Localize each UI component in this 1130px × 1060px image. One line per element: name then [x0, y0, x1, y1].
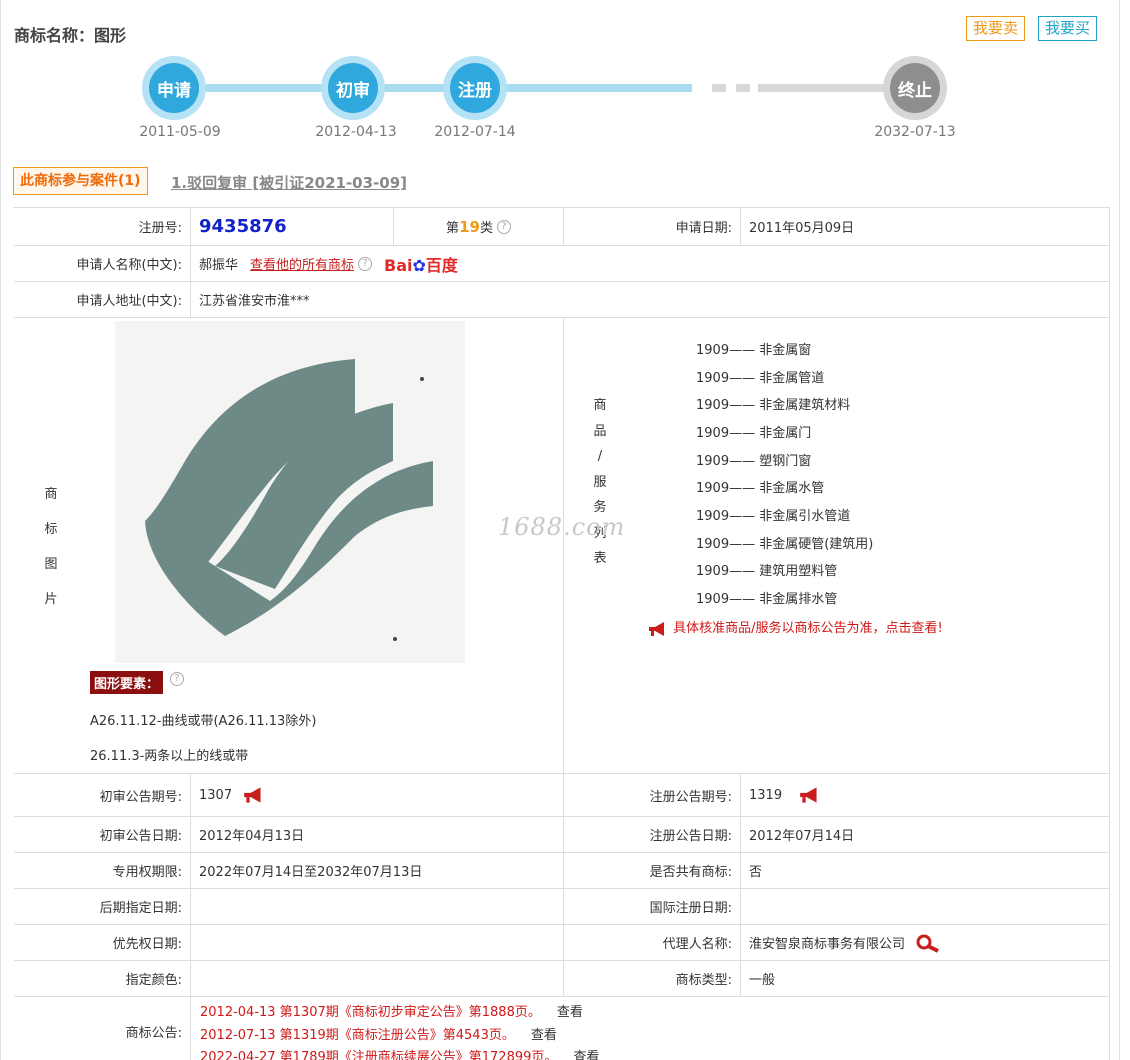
sell-button[interactable]: 我要卖	[966, 16, 1026, 41]
baidu-search-logo[interactable]: Bai✿百度	[384, 252, 458, 276]
status-timeline: 申请 初审 注册 终止 2011-05-09 2012-04-13 2012-0…	[0, 50, 1120, 150]
goods-item: 1909—— 非金属水管	[696, 481, 825, 496]
apply-date-value: 2011年05月09日	[741, 208, 1110, 246]
timeline-node-apply: 申请	[142, 56, 206, 120]
timeline-dash	[736, 84, 750, 92]
priority-label: 优先权日期:	[14, 925, 191, 961]
timeline-node-register: 注册	[443, 56, 507, 120]
goods-item: 1909—— 非金属门	[696, 426, 812, 441]
agent-label: 代理人名称:	[564, 925, 741, 961]
applicant-value: 郝振华	[199, 258, 239, 273]
buy-button[interactable]: 我要买	[1038, 16, 1098, 41]
goods-notice-link[interactable]: 具体核准商品/服务以商标公告为准，点击查看!	[647, 617, 943, 637]
prelim-no-cell: 1307	[191, 774, 564, 817]
goods-item: 1909—— 非金属引水管道	[696, 509, 851, 524]
goods-item: 1909—— 塑钢门窗	[696, 454, 812, 469]
watermark: 1688.com	[498, 513, 626, 541]
timeline-date: 2012-07-14	[434, 124, 516, 140]
image-vertical-label: 商 标 图 片	[44, 487, 58, 607]
help-icon[interactable]: ?	[170, 672, 184, 686]
goods-item: 1909—— 非金属硬管(建筑用)	[696, 537, 874, 552]
address-label: 申请人地址(中文):	[14, 282, 191, 318]
intl-date-value	[741, 889, 1110, 925]
search-icon[interactable]	[915, 933, 941, 953]
megaphone-icon[interactable]	[798, 786, 822, 804]
class-number: 19	[459, 217, 480, 236]
goods-item: 1909—— 非金属管道	[696, 371, 825, 386]
class-suffix: 类	[479, 221, 493, 236]
announcement-item: 2012-04-13 第1307期《商标初步审定公告》第1888页。 查看	[200, 1005, 583, 1020]
type-value: 一般	[741, 961, 1110, 997]
reg-no-cell: 9435876	[191, 208, 394, 246]
paw-icon: ✿	[412, 255, 426, 275]
reg-no-value: 9435876	[199, 216, 287, 237]
address-value: 江苏省淮安市淮***	[191, 282, 1110, 318]
class-prefix: 第	[446, 221, 460, 236]
timeline-dash	[712, 84, 726, 92]
announcement-item: 2022-04-27 第1789期《注册商标续展公告》第172899页。 查看	[200, 1046, 599, 1060]
page-title: 商标名称：图形	[14, 26, 127, 45]
prelim-no-label: 初审公告期号:	[14, 774, 191, 817]
help-icon[interactable]: ?	[496, 219, 511, 234]
intl-date-label: 国际注册日期:	[564, 889, 741, 925]
timeline-date: 2011-05-09	[139, 124, 221, 140]
goods-item: 1909—— 建筑用塑料管	[696, 564, 838, 579]
prelim-no-value: 1307	[199, 787, 233, 803]
exclusive-label: 专用权期限:	[14, 853, 191, 889]
graphic-element-item: A26.11.12-曲线或带(A26.11.13除外)	[90, 714, 317, 729]
priority-value	[191, 925, 564, 961]
megaphone-icon	[649, 621, 664, 636]
agent-value: 淮安智泉商标事务有限公司	[749, 937, 906, 952]
goods-item: 1909—— 非金属排水管	[696, 592, 838, 607]
timeline-date: 2032-07-13	[874, 124, 956, 140]
goods-item: 1909—— 非金属窗	[696, 343, 812, 358]
apply-date-label: 申请日期:	[564, 208, 741, 246]
reg-pub-date-label: 注册公告日期:	[564, 817, 741, 853]
color-value	[191, 961, 564, 997]
color-label: 指定颜色:	[14, 961, 191, 997]
view-announcement-link[interactable]: 查看	[531, 1028, 557, 1043]
exclusive-value: 2022年07月14日至2032年07月13日	[191, 853, 564, 889]
later-date-label: 后期指定日期:	[14, 889, 191, 925]
prelim-date-value: 2012年04月13日	[191, 817, 564, 853]
graphic-element-item: 26.11.3-两条以上的线或带	[90, 749, 249, 764]
goods-item: 1909—— 非金属建筑材料	[696, 398, 851, 413]
view-announcement-link[interactable]: 查看	[557, 1005, 583, 1020]
timeline-node-prelim: 初审	[321, 56, 385, 120]
reg-pub-no-cell: 1319	[741, 774, 1110, 817]
help-icon[interactable]: ?	[358, 256, 373, 271]
announcement-item: 2012-07-13 第1319期《商标注册公告》第4543页。 查看	[200, 1028, 557, 1043]
applicant-cell: 郝振华 查看他的所有商标 ? Bai✿百度	[191, 246, 1110, 282]
shared-value: 否	[741, 853, 1110, 889]
reg-pub-date-value: 2012年07月14日	[741, 817, 1110, 853]
trademark-logo-image	[115, 321, 465, 663]
announce-label: 商标公告:	[14, 997, 191, 1060]
trademark-info-table: 注册号: 9435876 第 19 类? 申请日期: 2011年05月09日 申请人…	[13, 207, 1110, 1060]
type-label: 商标类型:	[564, 961, 741, 997]
shared-label: 是否共有商标:	[564, 853, 741, 889]
class-cell: 第 19 类?	[394, 208, 564, 246]
goods-vertical-label: 商 品 / 服 务 列 表	[593, 398, 607, 566]
agent-cell: 淮安智泉商标事务有限公司	[741, 925, 1110, 961]
timeline-progress-line	[174, 84, 692, 92]
reg-pub-no-label: 注册公告期号:	[564, 774, 741, 817]
case-count-tag[interactable]: 此商标参与案件(1)	[13, 167, 148, 195]
megaphone-icon[interactable]	[242, 786, 266, 804]
case-link[interactable]: 1.驳回复审 [被引证2021-03-09]	[171, 172, 407, 193]
timeline-node-terminate: 终止	[883, 56, 947, 120]
reg-no-label: 注册号:	[14, 208, 191, 246]
applicant-label: 申请人名称(中文):	[14, 246, 191, 282]
graphic-elements-tag: 图形要素：	[90, 671, 164, 694]
reg-pub-no-value: 1319	[749, 787, 783, 803]
timeline-date: 2012-04-13	[315, 124, 397, 140]
later-date-value	[191, 889, 564, 925]
view-announcement-link[interactable]: 查看	[573, 1050, 599, 1060]
prelim-date-label: 初审公告日期:	[14, 817, 191, 853]
view-all-trademarks-link[interactable]: 查看他的所有商标	[250, 254, 354, 273]
